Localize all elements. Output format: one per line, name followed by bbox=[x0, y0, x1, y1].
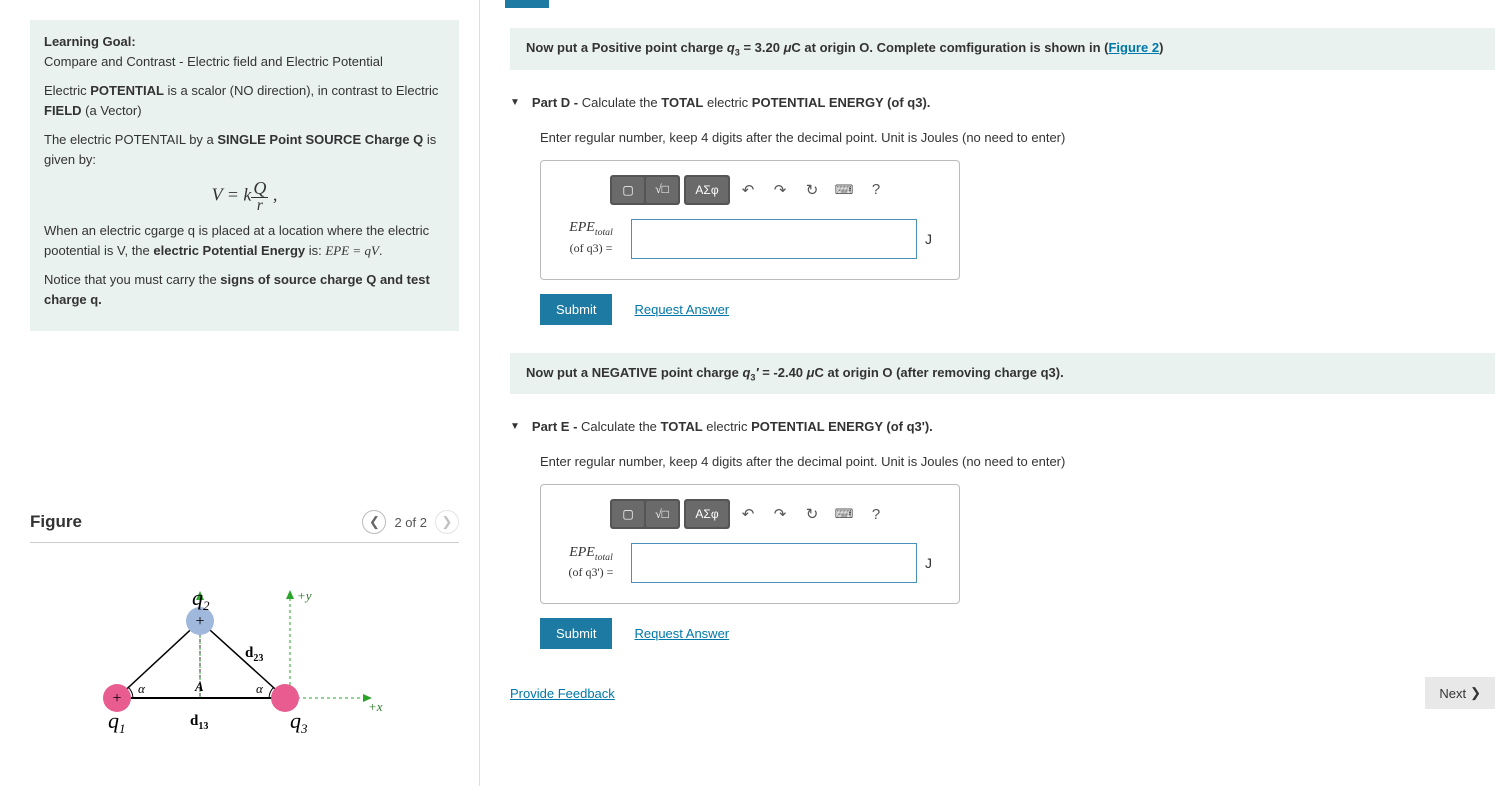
greek-button[interactable]: ΑΣφ bbox=[686, 501, 728, 527]
part-e-unit: J bbox=[925, 555, 941, 571]
part-d-unit: J bbox=[925, 231, 941, 247]
figure-prev-button[interactable]: ❮ bbox=[362, 510, 386, 534]
figure-page-info: 2 of 2 bbox=[394, 515, 427, 530]
formula-v: V = kQr , bbox=[44, 179, 445, 213]
template-button[interactable]: ▢ bbox=[612, 501, 644, 527]
part-e-answer-box: ▢ √□ ΑΣφ ↶ ↷ ↻ ⌨ ? EPEtotal (of q3') = bbox=[540, 484, 960, 604]
reset-button[interactable]: ↻ bbox=[798, 177, 826, 203]
svg-text:q2: q2 bbox=[192, 585, 210, 613]
greek-button[interactable]: ΑΣφ bbox=[686, 177, 728, 203]
lg-p3: The electric POTENTAIL by a SINGLE Point… bbox=[44, 130, 445, 169]
undo-button[interactable]: ↶ bbox=[734, 501, 762, 527]
redo-button[interactable]: ↷ bbox=[766, 177, 794, 203]
part-d-request-answer-link[interactable]: Request Answer bbox=[634, 302, 729, 317]
svg-text:q3: q3 bbox=[290, 708, 308, 736]
format-group: ▢ √□ bbox=[610, 499, 680, 529]
next-button[interactable]: Next ❯ bbox=[1425, 677, 1495, 709]
lg-p5: Notice that you must carry the signs of … bbox=[44, 270, 445, 309]
learning-goal-box: Learning Goal: Compare and Contrast - El… bbox=[30, 20, 459, 331]
part-d-header[interactable]: ▼ Part D - Calculate the TOTAL electric … bbox=[510, 95, 1495, 110]
keyboard-button[interactable]: ⌨ bbox=[830, 501, 858, 527]
undo-button[interactable]: ↶ bbox=[734, 177, 762, 203]
part-e-request-answer-link[interactable]: Request Answer bbox=[634, 626, 729, 641]
template-button[interactable]: ▢ bbox=[612, 177, 644, 203]
help-button[interactable]: ? bbox=[862, 501, 890, 527]
figure-title: Figure bbox=[30, 512, 82, 532]
svg-text:+: + bbox=[112, 690, 121, 707]
figure-pager: ❮ 2 of 2 ❯ bbox=[362, 510, 459, 534]
collapse-icon: ▼ bbox=[510, 97, 520, 108]
collapse-icon: ▼ bbox=[510, 421, 520, 432]
svg-text:q1: q1 bbox=[108, 708, 126, 736]
setup-e-info: Now put a NEGATIVE point charge q3′ = -2… bbox=[510, 353, 1495, 395]
greek-group: ΑΣφ bbox=[684, 499, 730, 529]
svg-text:A: A bbox=[194, 679, 204, 694]
part-d-answer-box: ▢ √□ ΑΣφ ↶ ↷ ↻ ⌨ ? EPEtotal (of q3) = bbox=[540, 160, 960, 280]
svg-text:d23: d23 bbox=[245, 645, 263, 664]
sqrt-button[interactable]: √□ bbox=[646, 177, 678, 203]
keyboard-button[interactable]: ⌨ bbox=[830, 177, 858, 203]
svg-text:α: α bbox=[256, 681, 264, 696]
svg-text:d13: d13 bbox=[190, 713, 208, 732]
part-e-answer-input[interactable] bbox=[631, 543, 917, 583]
help-button[interactable]: ? bbox=[862, 177, 890, 203]
top-tab-fragment bbox=[505, 0, 549, 8]
svg-text:+y: +y bbox=[297, 588, 312, 603]
part-d-answer-input[interactable] bbox=[631, 219, 917, 259]
lg-title: Learning Goal: bbox=[44, 34, 136, 49]
figure-2-link[interactable]: Figure 2 bbox=[1108, 40, 1159, 55]
redo-button[interactable]: ↷ bbox=[766, 501, 794, 527]
lg-subtitle: Compare and Contrast - Electric field an… bbox=[44, 54, 383, 69]
format-group: ▢ √□ bbox=[610, 175, 680, 205]
part-d-variable-label: EPEtotal (of q3) = bbox=[559, 219, 623, 258]
part-e-instruction: Enter regular number, keep 4 digits afte… bbox=[540, 454, 1495, 469]
greek-group: ΑΣφ bbox=[684, 175, 730, 205]
figure-diagram: +y +x + + q1 q2 bbox=[30, 563, 459, 766]
reset-button[interactable]: ↻ bbox=[798, 501, 826, 527]
figure-next-button[interactable]: ❯ bbox=[435, 510, 459, 534]
svg-text:α: α bbox=[138, 681, 146, 696]
lg-p4: When an electric cgarge q is placed at a… bbox=[44, 221, 445, 260]
part-e-variable-label: EPEtotal (of q3') = bbox=[559, 544, 623, 583]
chevron-right-icon: ❯ bbox=[1470, 685, 1481, 701]
svg-text:+: + bbox=[195, 613, 204, 630]
part-d-instruction: Enter regular number, keep 4 digits afte… bbox=[540, 130, 1495, 145]
part-e-submit-button[interactable]: Submit bbox=[540, 618, 612, 649]
lg-p2: Electric POTENTIAL is a scalor (NO direc… bbox=[44, 81, 445, 120]
sqrt-button[interactable]: √□ bbox=[646, 501, 678, 527]
provide-feedback-link[interactable]: Provide Feedback bbox=[510, 686, 615, 701]
svg-text:+x: +x bbox=[368, 699, 383, 714]
setup-d-info: Now put a Positive point charge q3 = 3.2… bbox=[510, 28, 1495, 70]
part-e-header[interactable]: ▼ Part E - Calculate the TOTAL electric … bbox=[510, 419, 1495, 434]
part-d-submit-button[interactable]: Submit bbox=[540, 294, 612, 325]
